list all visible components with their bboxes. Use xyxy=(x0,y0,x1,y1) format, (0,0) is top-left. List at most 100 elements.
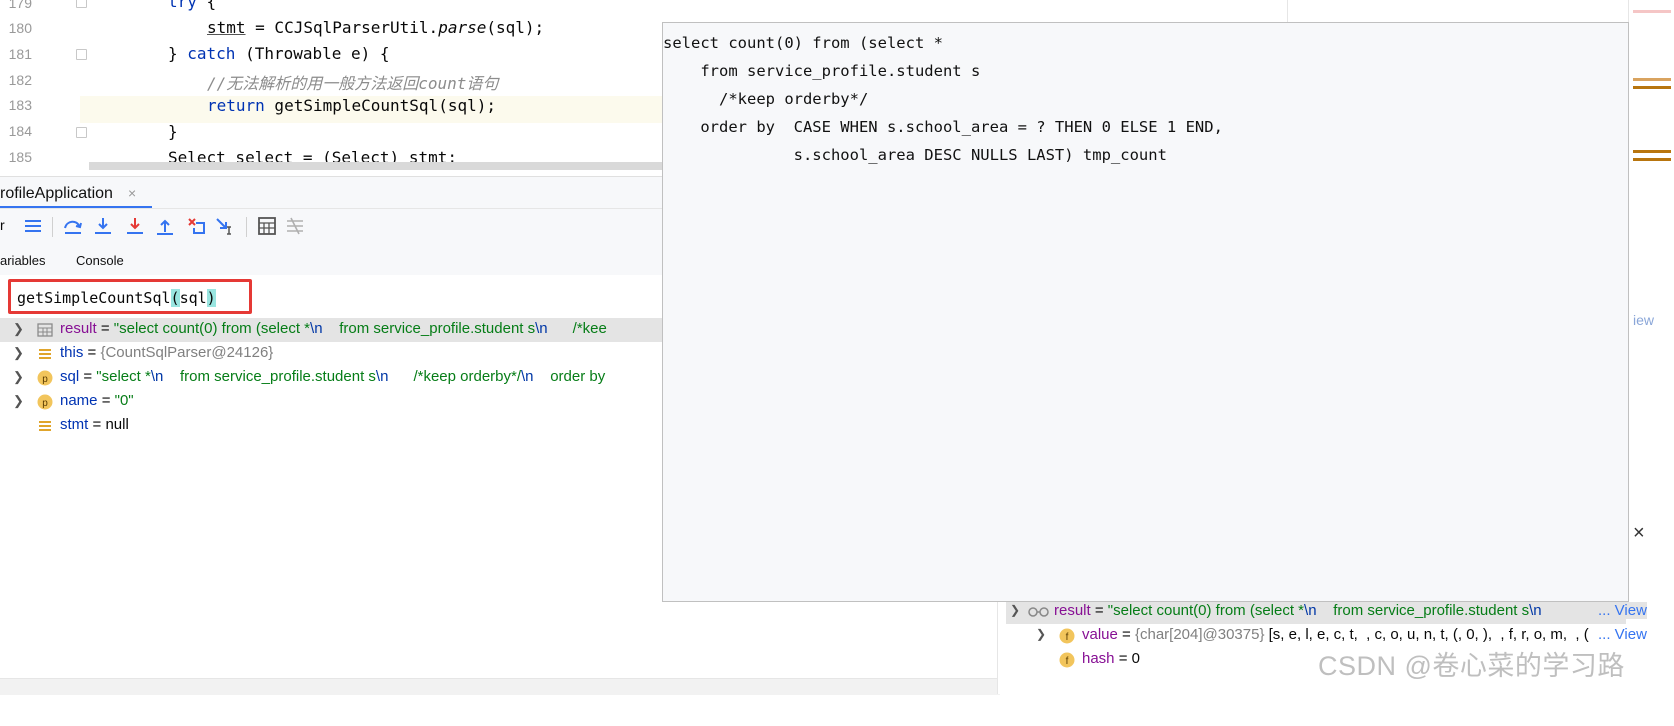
code-line-183: return getSimpleCountSql(sql); xyxy=(207,96,496,115)
variable-escape: \n xyxy=(1529,602,1542,619)
stripe-marker[interactable] xyxy=(1633,10,1671,13)
expand-arrow-icon[interactable]: ❯ xyxy=(13,369,24,385)
evaluate-expression-icon[interactable] xyxy=(256,215,278,237)
step-into-icon[interactable] xyxy=(92,215,114,237)
view-link[interactable]: ... View xyxy=(1598,602,1647,619)
variable-value: "select * xyxy=(96,368,151,385)
toolbar-separator xyxy=(246,217,247,237)
svg-text:p: p xyxy=(42,374,48,385)
variable-escape: \n xyxy=(375,368,389,385)
code-line-182: //无法解析的用一般方法返回count语句 xyxy=(207,74,499,93)
stripe-marker[interactable] xyxy=(1633,86,1671,89)
code-token: stmt xyxy=(207,18,246,37)
code-token: { xyxy=(196,0,217,11)
view-link[interactable]: iew xyxy=(1633,312,1654,328)
variable-text: hash = 0 xyxy=(1082,650,1140,667)
variable-value: from service_profile.student s xyxy=(322,320,536,337)
evaluate-expression-input[interactable]: getSimpleCountSql(sql) xyxy=(8,279,252,314)
variable-type: {char[204]@30375} xyxy=(1134,626,1265,643)
variable-name: value xyxy=(1082,626,1118,643)
value-popup[interactable]: select count(0) from (select * from serv… xyxy=(662,22,1629,602)
step-out-icon[interactable] xyxy=(154,215,176,237)
variable-escape: \n xyxy=(535,320,548,337)
close-icon[interactable]: × xyxy=(1633,522,1645,545)
variable-value: "0" xyxy=(114,392,134,409)
variable-value: [s, e, l, e, c, t, , c, o, u, n, t, (, 0… xyxy=(1264,626,1589,643)
field-icon xyxy=(39,421,51,431)
debug-session-tab[interactable]: rofileApplication xyxy=(0,185,113,203)
variable-text: stmt = null xyxy=(60,416,129,433)
fold-marker-icon[interactable] xyxy=(76,0,87,8)
result-table-icon xyxy=(37,323,53,337)
fold-marker-icon[interactable] xyxy=(76,127,87,138)
variable-name: result xyxy=(1054,602,1091,619)
stripe-marker[interactable] xyxy=(1633,78,1671,81)
variable-escape: \n xyxy=(310,320,323,337)
variable-eq: = xyxy=(97,392,115,409)
variable-value: from service_profile.student s xyxy=(1316,602,1530,619)
variable-eq: = xyxy=(96,320,114,337)
parameter-icon: p xyxy=(37,394,53,410)
variable-escape: \n xyxy=(521,368,534,385)
expand-arrow-icon[interactable]: ❯ xyxy=(13,321,24,337)
sql-line: order by CASE WHEN s.school_area = ? THE… xyxy=(663,118,1223,136)
variable-eq: = xyxy=(1090,602,1108,619)
force-step-into-icon[interactable] xyxy=(124,215,146,237)
variable-name: hash xyxy=(1082,650,1115,667)
code-line-184: } xyxy=(168,122,178,141)
variable-value: 0 xyxy=(1131,650,1140,667)
fold-marker-icon[interactable] xyxy=(76,49,87,60)
expand-arrow-icon[interactable]: ❯ xyxy=(1036,627,1046,641)
expand-arrow-icon[interactable]: ❯ xyxy=(1010,603,1020,617)
expand-arrow-icon[interactable]: ❯ xyxy=(13,393,24,409)
expression-token: ( xyxy=(170,289,180,307)
drop-frame-icon[interactable] xyxy=(186,215,208,237)
svg-text:f: f xyxy=(1066,656,1069,667)
tab-variables[interactable]: ariables xyxy=(0,253,46,268)
variable-text: value = {char[204]@30375} [s, e, l, e, c… xyxy=(1082,626,1589,643)
code-token: return xyxy=(207,96,265,115)
line-number: 184 xyxy=(8,123,32,139)
svg-text:f: f xyxy=(1066,632,1069,643)
code-token: (sql); xyxy=(486,18,545,37)
code-line-179: try { xyxy=(168,0,216,11)
svg-text:p: p xyxy=(42,398,48,409)
variable-value: "select count(0) from (select * xyxy=(1107,602,1305,619)
expression-token: ) xyxy=(206,289,216,307)
toolbar-separator xyxy=(52,217,53,237)
line-number: 183 xyxy=(8,97,32,113)
expand-arrow-icon[interactable]: ❯ xyxy=(13,345,24,361)
variable-row-result[interactable]: ❯ result = "select count(0) from (select… xyxy=(1006,600,1647,624)
code-token: } xyxy=(168,44,188,63)
expression-text: getSimpleCountSql(sql) xyxy=(17,289,216,307)
parameter-icon: p xyxy=(37,370,53,386)
stripe-marker[interactable] xyxy=(1633,158,1671,161)
sql-line: select count(0) from (select * xyxy=(663,34,943,52)
line-number: 179 xyxy=(8,0,32,11)
code-token: getSimpleCountSql(sql); xyxy=(264,96,496,115)
step-over-icon[interactable] xyxy=(62,215,84,237)
horizontal-scrollbar[interactable] xyxy=(89,162,669,170)
variable-eq: = xyxy=(1114,650,1132,667)
threads-frames-icon[interactable] xyxy=(22,215,44,237)
variable-name: sql xyxy=(60,368,80,385)
code-line-181: } catch (Throwable e) { xyxy=(168,44,390,63)
variable-eq: = xyxy=(83,344,101,361)
variable-value: "select count(0) from (select * xyxy=(113,320,311,337)
code-token: parse xyxy=(438,18,487,37)
variable-name: stmt xyxy=(60,416,89,433)
view-link[interactable]: ... View xyxy=(1598,626,1647,643)
tab-console[interactable]: Console xyxy=(76,253,124,268)
popup-sql-text: select count(0) from (select * from serv… xyxy=(663,29,1223,169)
toolbar-partial-label: r xyxy=(0,217,5,233)
line-number: 181 xyxy=(8,46,32,62)
stripe-marker[interactable] xyxy=(1633,150,1671,153)
line-number: 185 xyxy=(8,149,32,165)
editor-error-stripe[interactable]: iew xyxy=(1628,0,1674,694)
code-token: catch xyxy=(187,44,236,63)
trace-current-stream-icon[interactable] xyxy=(284,215,306,237)
run-to-cursor-icon[interactable] xyxy=(214,215,236,237)
sql-line: from service_profile.student s xyxy=(663,62,981,80)
close-icon[interactable]: × xyxy=(128,185,136,201)
horizontal-scrollbar[interactable] xyxy=(0,678,1000,695)
